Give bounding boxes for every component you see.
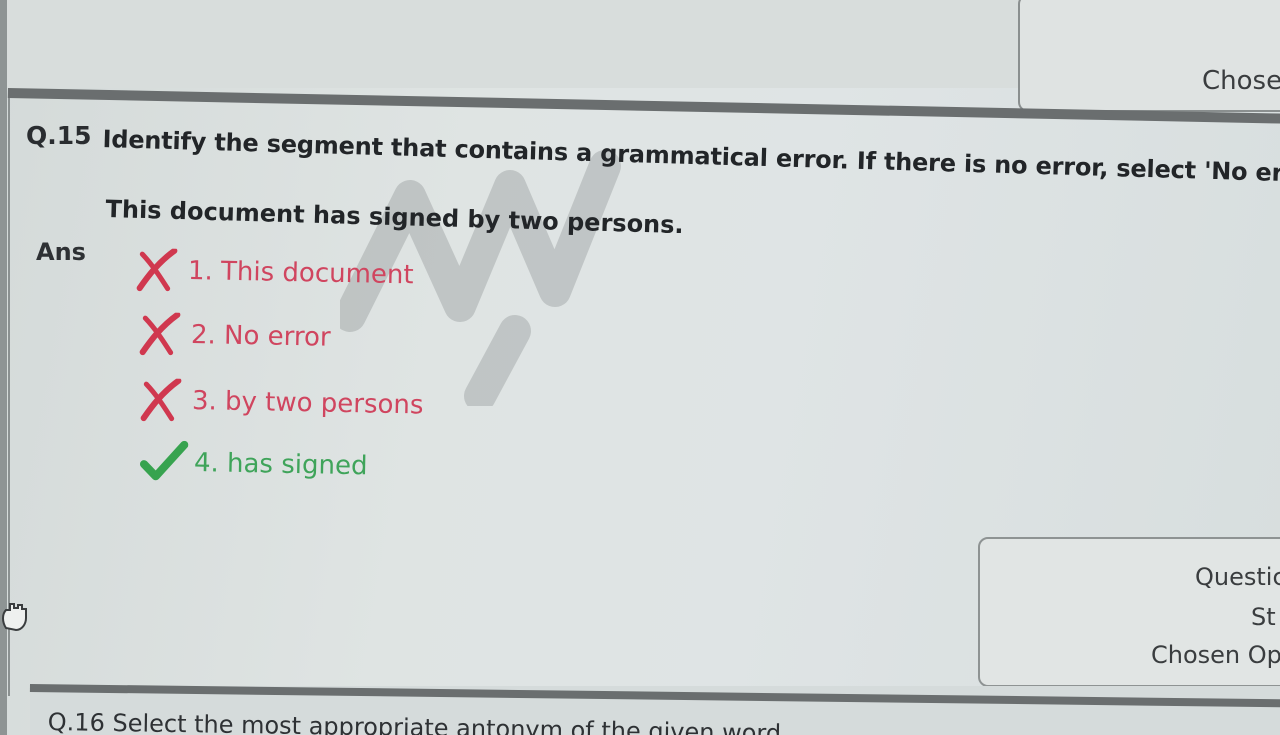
answer-option-text: 1. This document bbox=[187, 256, 414, 291]
answer-option-text: 4. has signed bbox=[193, 448, 368, 482]
chosen-option-label: Chosen Op bbox=[1151, 641, 1280, 669]
cross-icon bbox=[139, 312, 181, 356]
answer-option-3: 3. by two persons bbox=[138, 378, 424, 427]
cross-icon bbox=[136, 248, 178, 292]
watermark-logo bbox=[340, 150, 621, 406]
question-number: Q.15 bbox=[26, 121, 92, 150]
answer-option-2: 2. No error bbox=[137, 312, 331, 360]
screen: Chose Q.15 Identify the segment that con… bbox=[0, 0, 1280, 735]
question-id-label: Questic bbox=[1195, 563, 1280, 591]
cross-icon bbox=[140, 378, 182, 422]
previous-chosen-label: Chose bbox=[1202, 66, 1280, 96]
answer-label: Ans bbox=[36, 238, 86, 266]
status-label: St bbox=[1251, 603, 1276, 631]
check-icon bbox=[139, 440, 189, 481]
hand-cursor-icon bbox=[2, 603, 27, 632]
answer-option-1: 1. This document bbox=[134, 248, 414, 297]
answer-option-4: 4. has signed bbox=[139, 440, 368, 488]
answer-option-text: 3. by two persons bbox=[191, 386, 424, 421]
answer-option-text: 2. No error bbox=[190, 320, 331, 353]
